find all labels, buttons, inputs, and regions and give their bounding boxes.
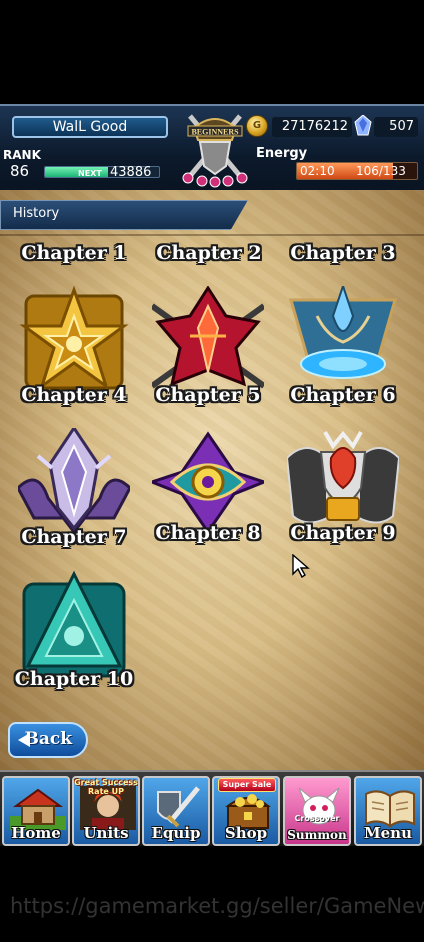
units-badge: Great Success Rate UP <box>74 778 138 796</box>
rank-label: RANK <box>3 148 41 162</box>
chapter-7[interactable]: Chapter 7 <box>14 428 134 562</box>
nav-shop-label: Shop <box>224 824 268 842</box>
nav-equip-label: Equip <box>151 824 201 842</box>
chapter-5[interactable]: Chapter 5 <box>148 286 268 420</box>
history-tab: History <box>0 200 248 230</box>
rank-value: 86 <box>10 162 30 180</box>
chapter-4-label: Chapter 4 <box>21 384 127 406</box>
units-badge-line2: Rate UP <box>88 787 124 796</box>
beginners-emblem-icon[interactable]: BEGINNERS <box>180 106 250 188</box>
energy-timer: 02:10 <box>300 164 335 178</box>
chapter-6-label: Chapter 6 <box>290 384 396 406</box>
nav-equip[interactable]: Equip <box>142 776 210 846</box>
chapter-5-label: Chapter 5 <box>155 384 261 406</box>
svg-text:BEGINNERS: BEGINNERS <box>191 128 239 137</box>
nav-summon[interactable]: Crossover Summon <box>283 776 351 846</box>
shop-sale-badge: Super Sale <box>218 778 276 792</box>
summon-crossover-badge: Crossover <box>294 814 340 823</box>
teal-triangle-crest-icon <box>22 570 126 678</box>
nav-units[interactable]: Great Success Rate UP Units <box>72 776 140 846</box>
chapter-4[interactable]: Chapter 4 <box>14 286 134 420</box>
chapter-8[interactable]: Chapter 8 <box>148 428 268 562</box>
watermark-url: https://gamemarket.gg/seller/GameNew <box>10 894 424 918</box>
nav-home[interactable]: Home <box>2 776 70 846</box>
mouse-pointer-icon <box>292 554 310 578</box>
back-button[interactable]: Back <box>8 722 88 758</box>
nav-shop[interactable]: Super Sale Shop <box>212 776 280 846</box>
chapter-10-label: Chapter 10 <box>14 668 134 690</box>
chapter-1[interactable]: Chapter 1 <box>8 242 140 264</box>
energy-label: Energy <box>256 146 308 161</box>
bottom-nav: Home Great Success Rate UP Units Equip S… <box>0 770 424 846</box>
history-panel: History Chapter 1 Chapter 2 Chapter 3 Ch… <box>0 190 424 770</box>
nav-home-label: Home <box>11 824 61 842</box>
nav-summon-label: Summon <box>287 828 347 842</box>
chapter-10[interactable]: Chapter 10 <box>14 570 134 704</box>
chapter-3[interactable]: Chapter 3 <box>277 242 409 264</box>
next-exp-value: 43886 <box>110 165 152 180</box>
gold-amount: 27176212 <box>272 117 352 137</box>
water-fountain-crest-icon <box>289 286 397 379</box>
game-screen: WalL Good BEGINNERS G 27176212 507 RANK … <box>0 0 424 942</box>
chapter-9-label: Chapter 9 <box>290 522 396 544</box>
chapter-7-label: Chapter 7 <box>21 526 127 548</box>
nav-menu-label: Menu <box>364 824 412 842</box>
gold-coin-icon: G <box>246 115 268 137</box>
units-badge-line1: Great Success <box>74 778 138 787</box>
player-name[interactable]: WalL Good <box>12 116 168 138</box>
mascot-summon-icon <box>298 787 340 825</box>
crimson-chained-crest-icon <box>152 286 264 389</box>
gem-amount: 507 <box>374 117 418 137</box>
next-exp-label: NEXT <box>78 169 102 178</box>
gold-star-crest-icon <box>19 286 129 390</box>
chapter-8-label: Chapter 8 <box>155 522 261 544</box>
chapter-9[interactable]: Chapter 9 <box>283 428 403 562</box>
nav-units-label: Units <box>83 824 129 842</box>
silver-crystal-crest-icon <box>18 428 130 535</box>
energy-value: 106/133 <box>356 164 406 178</box>
nav-menu[interactable]: Menu <box>354 776 422 846</box>
lapis-gem-icon <box>354 115 372 136</box>
chapter-6[interactable]: Chapter 6 <box>283 286 403 420</box>
chapter-2[interactable]: Chapter 2 <box>143 242 275 264</box>
status-header: WalL Good BEGINNERS G 27176212 507 RANK … <box>0 104 424 190</box>
